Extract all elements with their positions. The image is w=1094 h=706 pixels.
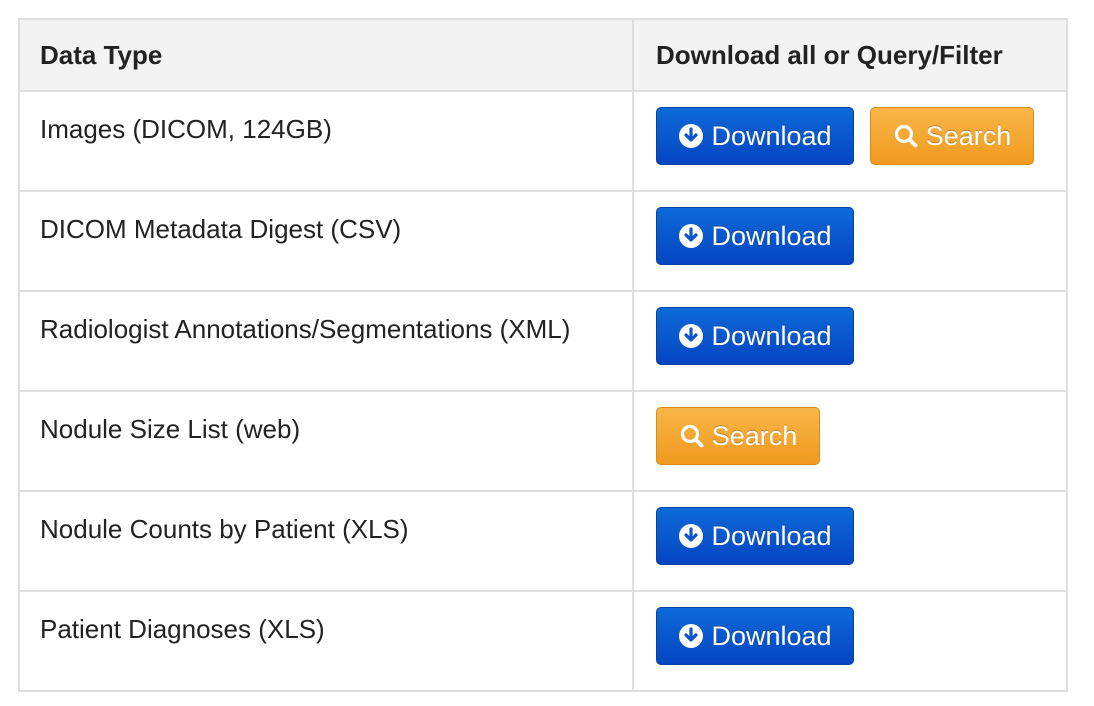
download-circle-icon [679, 224, 704, 248]
row-actions: Download [634, 192, 1066, 290]
header-download-query: Download all or Query/Filter [656, 39, 1003, 70]
row-actions: Download [634, 492, 1066, 590]
search-icon [894, 124, 918, 148]
download-button[interactable]: Download [656, 307, 854, 365]
download-circle-icon [679, 524, 704, 548]
search-button-label: Search [711, 420, 798, 451]
download-button[interactable]: Download [656, 607, 854, 665]
download-button-label: Download [711, 620, 832, 651]
table-row: Nodule Size List (web) Search [20, 390, 1066, 490]
data-table: Data Type Download all or Query/Filter I… [18, 18, 1068, 692]
header-data-type: Data Type [20, 20, 634, 90]
table-row: Radiologist Annotations/Segmentations (X… [20, 290, 1066, 390]
row-label: Nodule Size List (web) [20, 392, 634, 490]
table-row: Images (DICOM, 124GB) Download Search [20, 90, 1066, 190]
download-button-label: Download [711, 320, 832, 351]
row-label: Radiologist Annotations/Segmentations (X… [20, 292, 634, 390]
search-button[interactable]: Search [656, 407, 820, 465]
row-label: Nodule Counts by Patient (XLS) [20, 492, 634, 590]
table-header-row: Data Type Download all or Query/Filter [20, 20, 1066, 90]
download-button[interactable]: Download [656, 507, 854, 565]
row-actions: Download [634, 292, 1066, 390]
table-row: Patient Diagnoses (XLS) Download [20, 590, 1066, 690]
download-circle-icon [679, 124, 704, 148]
download-button[interactable]: Download [656, 107, 854, 165]
download-button[interactable]: Download [656, 207, 854, 265]
search-button[interactable]: Search [870, 107, 1034, 165]
row-actions: Download [634, 592, 1066, 690]
table-row: Nodule Counts by Patient (XLS) Download [20, 490, 1066, 590]
download-button-label: Download [711, 220, 832, 251]
row-actions: Search [634, 392, 1066, 490]
search-button-label: Search [925, 120, 1012, 151]
download-circle-icon [679, 624, 704, 648]
row-label: Patient Diagnoses (XLS) [20, 592, 634, 690]
download-button-label: Download [711, 120, 832, 151]
row-label: Images (DICOM, 124GB) [20, 92, 634, 190]
row-label: DICOM Metadata Digest (CSV) [20, 192, 634, 290]
download-button-label: Download [711, 520, 832, 551]
download-circle-icon [679, 324, 704, 348]
table-row: DICOM Metadata Digest (CSV) Download [20, 190, 1066, 290]
search-icon [680, 424, 704, 448]
row-actions: Download Search [634, 92, 1066, 190]
